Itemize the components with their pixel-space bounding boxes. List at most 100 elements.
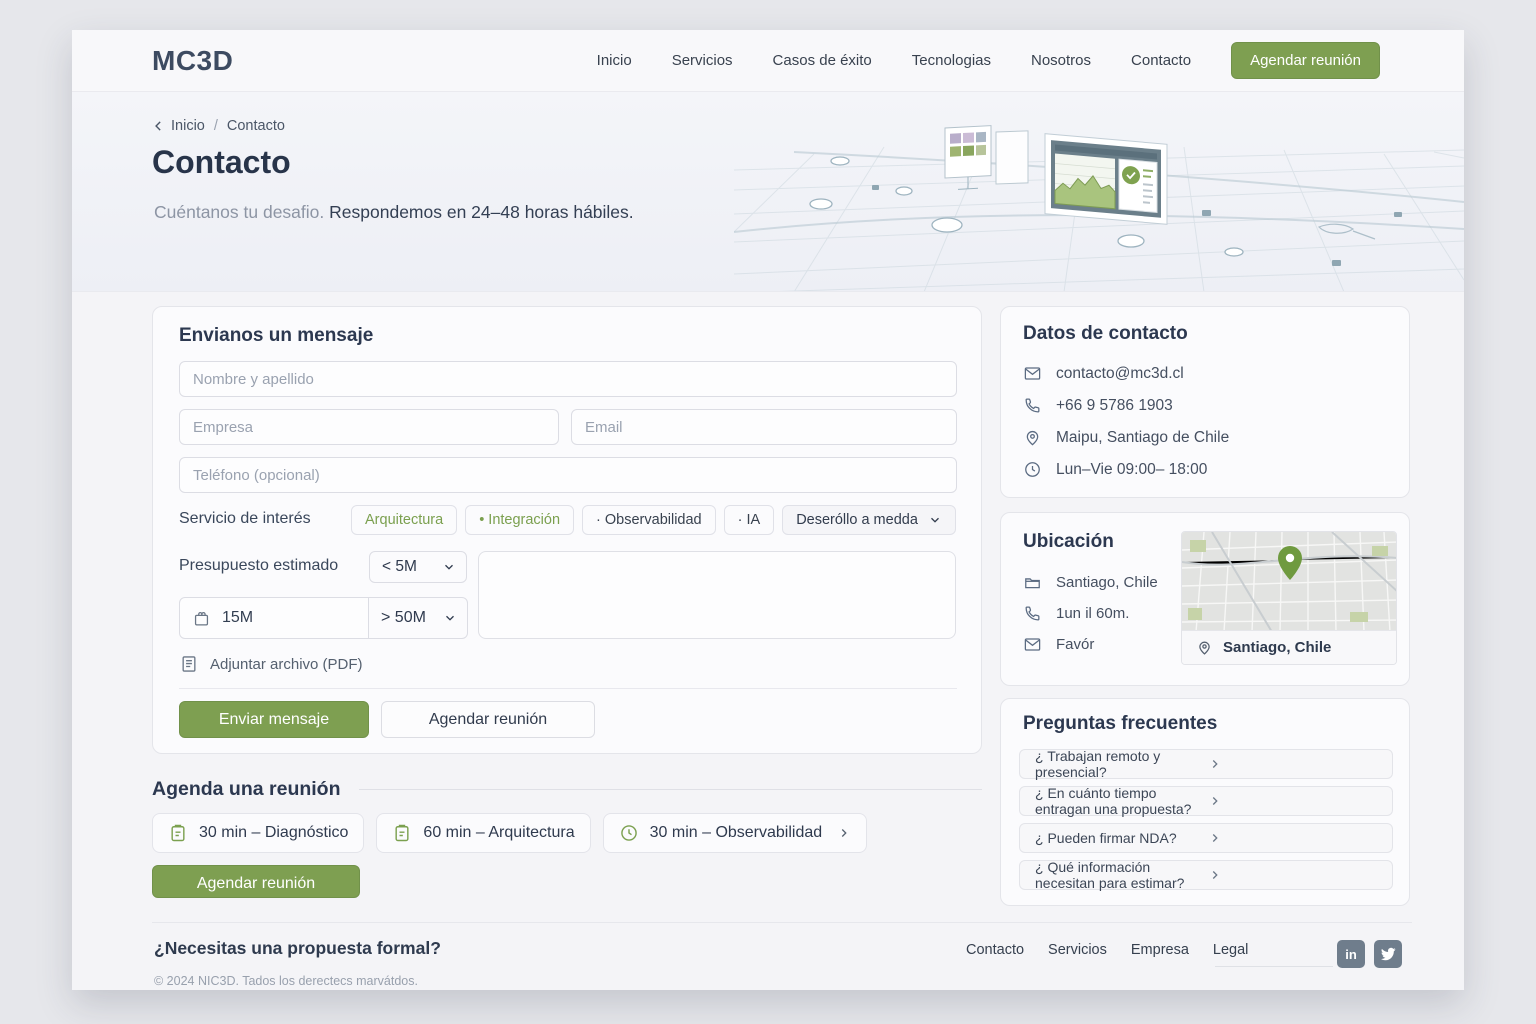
meeting-option-observabilidad[interactable]: 30 min – Observabilidad [603,813,868,853]
faq-item-remoto[interactable]: ¿ Trabajan remoto y presencial? [1019,749,1393,779]
clock-icon [619,823,639,843]
meeting-option-label: 60 min – Arquitectura [423,824,574,842]
chevron-right-icon [1208,794,1381,808]
service-dropdown[interactable]: Deseróllo a medda [782,505,956,535]
name-input[interactable] [179,361,957,397]
meeting-option-diagnostico[interactable]: 30 min – Diagnóstico [152,813,364,853]
meeting-option-label: 30 min – Diagnóstico [199,824,348,842]
nav-servicios[interactable]: Servicios [672,52,733,69]
footer-thin-line [1215,966,1333,967]
bag-icon [192,609,211,628]
page-sheet: MC3D Inicio Servicios Casos de éxito Tec… [72,30,1464,990]
chevron-right-icon [1208,831,1381,845]
message-textarea[interactable] [478,551,956,639]
contact-email-row: contacto@mc3d.cl [1023,364,1229,383]
location-mail-row: Favór [1023,635,1158,654]
budget-min-value: < 5M [382,558,417,576]
nav-tecnologias[interactable]: Tecnologias [912,52,991,69]
location-card: Ubicación Santiago, Chile 1un il 60m. Fa… [1000,512,1410,686]
contact-hours-row: Lun–Vie 09:00– 18:00 [1023,460,1229,479]
subtitle-strong: Respondemos en 24–48 horas hábiles. [329,202,634,222]
nav-contacto[interactable]: Contacto [1131,52,1191,69]
location-phone-text: 1un il 60m. [1056,605,1129,622]
contact-form-card: Envianos un mensaje Servicio de interés … [152,306,982,754]
faq-item-label: ¿ Trabajan remoto y presencial? [1035,748,1208,780]
contact-address-text: Maipu, Santiago de Chile [1056,429,1229,447]
contact-email-text: contacto@mc3d.cl [1056,365,1184,383]
location-map: Santiago, Chile [1181,531,1397,665]
chip-observabilidad[interactable]: · Observabilidad [582,505,716,535]
clipboard-icon [392,823,412,843]
contact-info-title: Datos de contacto [1023,323,1188,345]
header-agendar-reunion-button[interactable]: Agendar reunión [1231,42,1380,79]
footer-copyright: © 2024 NIC3D. Tados los derectecs marvát… [154,974,418,988]
chevron-right-icon [837,826,851,840]
nav-casos-de-exito[interactable]: Casos de éxito [773,52,872,69]
meeting-option-arquitectura[interactable]: 60 min – Arquitectura [376,813,590,853]
budget-max-select[interactable]: > 50M [368,597,468,639]
service-dropdown-value: Deseróllo a medda [796,512,918,528]
faq-item-informacion[interactable]: ¿ Qué información necesitan para estimar… [1019,860,1393,890]
form-title: Envianos un mensaje [179,325,373,347]
page-title: Contacto [152,144,291,181]
faq-item-label: ¿ Pueden firmar NDA? [1035,830,1208,846]
pin-icon [1196,639,1213,656]
footer-link-servicios[interactable]: Servicios [1048,942,1107,958]
footer-link-legal[interactable]: Legal [1213,942,1248,958]
chip-ia[interactable]: · IA [724,505,775,535]
mail-icon [1023,635,1042,654]
meeting-option-label: 30 min – Observabilidad [650,824,823,842]
schedule-agendar-reunion-button[interactable]: Agendar reunión [152,865,360,898]
logo[interactable]: MC3D [152,45,233,77]
contact-info-card: Datos de contacto contacto@mc3d.cl +66 9… [1000,306,1410,498]
pin-icon [1023,428,1042,447]
map-caption-text: Santiago, Chile [1223,639,1331,656]
top-navigation-bar: MC3D Inicio Servicios Casos de éxito Tec… [72,30,1464,92]
chip-integracion[interactable]: • Integración [465,505,574,535]
contact-phone-text: +66 9 5786 1903 [1056,397,1173,415]
phone-icon [1023,396,1042,415]
faq-item-nda[interactable]: ¿ Pueden firmar NDA? [1019,823,1393,853]
budget-min-select[interactable]: < 5M [369,551,467,583]
schedule-section-header: Agenda una reunión [152,778,982,801]
location-mail-text: Favór [1056,636,1094,653]
twitter-icon[interactable] [1374,940,1402,968]
company-input[interactable] [179,409,559,445]
linkedin-icon[interactable]: in [1337,940,1365,968]
main-nav: Inicio Servicios Casos de éxito Tecnolog… [597,42,1380,79]
budget-label: Presupuesto estimado [179,557,338,575]
map-image [1182,532,1397,632]
footer-question: ¿Necesitas una propuesta formal? [154,938,441,959]
chevron-right-icon [1208,868,1381,882]
breadcrumb: Inicio / Contacto [152,118,285,134]
footer-link-empresa[interactable]: Empresa [1131,942,1189,958]
schedule-divider [359,789,982,790]
faq-item-label: ¿ Qué información necesitan para estimar… [1035,859,1208,891]
location-title: Ubicación [1023,531,1114,553]
email-input[interactable] [571,409,957,445]
footer-divider [152,922,1412,923]
budget-value-field[interactable]: 15M [179,597,369,639]
faq-item-tiempo-propuesta[interactable]: ¿ En cuánto tiempo entragan una propuest… [1019,786,1393,816]
service-chips: Arquitectura • Integración · Observabili… [351,505,956,535]
phone-input[interactable] [179,457,957,493]
folder-icon [1023,573,1042,592]
service-label: Servicio de interés [179,510,311,528]
page-subtitle: Cuéntanos tu desafio. Respondemos en 24–… [154,202,634,223]
nav-inicio[interactable]: Inicio [597,52,632,69]
attach-file-link[interactable]: Adjuntar archivo (PDF) [179,654,363,674]
chip-arquitectura[interactable]: Arquitectura [351,505,457,535]
document-icon [179,654,199,674]
attach-file-label: Adjuntar archivo (PDF) [210,656,363,673]
breadcrumb-inicio-link[interactable]: Inicio [152,118,205,134]
budget-value-text: 15M [222,609,253,627]
enviar-mensaje-button[interactable]: Enviar mensaje [179,701,369,738]
subtitle-muted: Cuéntanos tu desafio. [154,202,324,222]
clock-icon [1023,460,1042,479]
form-agendar-reunion-button[interactable]: Agendar reunión [381,701,595,738]
footer-link-contacto[interactable]: Contacto [966,942,1024,958]
phone-icon [1023,604,1042,623]
nav-nosotros[interactable]: Nosotros [1031,52,1091,69]
breadcrumb-current: Contacto [227,118,285,134]
location-phone-row: 1un il 60m. [1023,604,1158,623]
